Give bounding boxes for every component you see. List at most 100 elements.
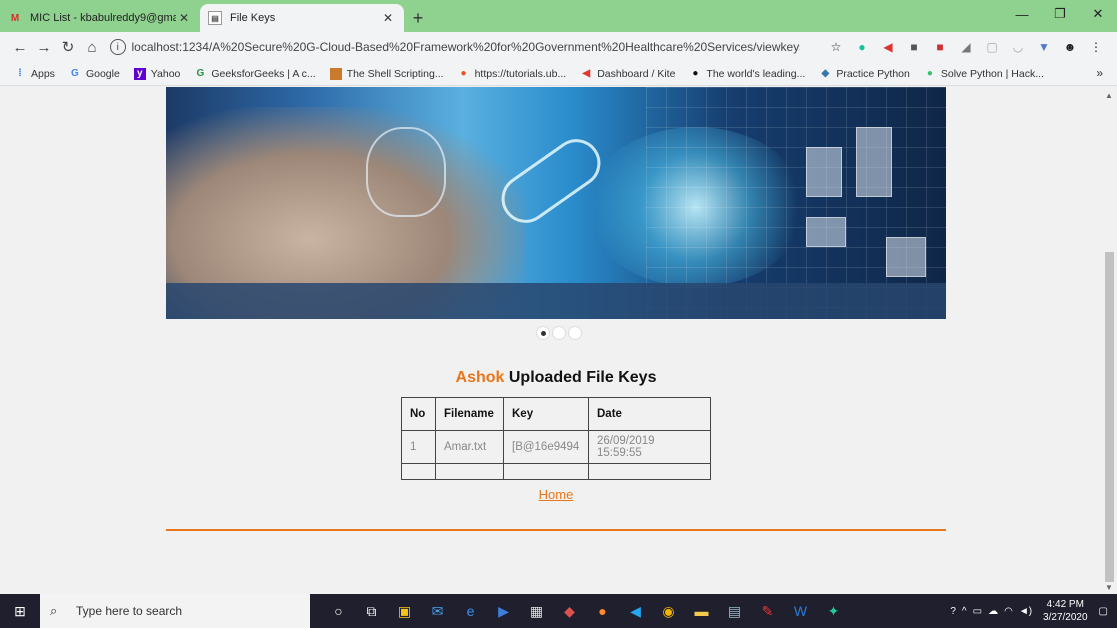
system-tray: ? ^ ▭ ☁ ◠ ◄) 4:42 PM 3/27/2020 ▢ — [947, 598, 1117, 624]
extension-icon[interactable]: ■ — [929, 36, 951, 58]
extension-icon[interactable]: ▢ — [981, 36, 1003, 58]
hackerrank-icon: ● — [926, 68, 933, 79]
volume-icon[interactable]: ◄) — [1019, 606, 1032, 617]
bookmark-label: https://tutorials.ub... — [474, 67, 567, 80]
cortana-icon[interactable]: ○ — [322, 594, 355, 628]
mail-icon[interactable]: ✉ — [421, 594, 454, 628]
back-icon[interactable]: ← — [8, 35, 32, 59]
clock[interactable]: 4:42 PM 3/27/2020 — [1043, 598, 1088, 624]
table-cell: 26/09/2019 15:59:55 — [588, 430, 711, 464]
minimize-icon[interactable]: — — [1003, 0, 1041, 28]
restore-icon[interactable]: ❐ — [1041, 0, 1079, 28]
bookmark-star-icon[interactable]: ☆ — [825, 36, 847, 58]
clock-time: 4:42 PM — [1046, 599, 1084, 610]
table-header-row: No Filename Key Date — [401, 397, 711, 431]
bookmark-item[interactable]: G GeeksforGeeks | A c... — [194, 68, 316, 80]
eclipse-icon[interactable]: ✦ — [817, 594, 850, 628]
notepad-icon[interactable]: ▤ — [718, 594, 751, 628]
cloud-icon[interactable]: ☁ — [988, 606, 998, 617]
bookmark-item[interactable]: y Yahoo — [133, 67, 180, 80]
bookmark-item[interactable]: ● https://tutorials.ub... — [458, 68, 567, 80]
extension-icon[interactable]: ◢ — [955, 36, 977, 58]
bookmark-item[interactable]: G Google — [69, 68, 120, 80]
taskbar-apps: ○ ⧉ ▣ ✉ e ▶ ▦ ◆ ● ◀ ◉ ▬ ▤ ✎ W ✦ — [322, 594, 850, 628]
firefox-icon[interactable]: ● — [586, 594, 619, 628]
apps-icon: ⁞ — [18, 68, 22, 79]
bookmark-item[interactable]: ◆ Practice Python — [819, 68, 909, 80]
scroll-up-icon[interactable]: ▲ — [1105, 91, 1113, 100]
edge-icon[interactable]: e — [454, 594, 487, 628]
app-icon[interactable]: ◆ — [553, 594, 586, 628]
more-bookmarks-icon[interactable]: » — [1096, 66, 1103, 80]
wifi-icon[interactable]: ◠ — [1004, 606, 1013, 617]
store-icon[interactable]: ▣ — [388, 594, 421, 628]
file-icon: ▤ — [208, 11, 222, 25]
menu-icon[interactable]: ⋮ — [1085, 36, 1107, 58]
extension-icon[interactable]: ◡ — [1007, 36, 1029, 58]
task-view-icon[interactable]: ⧉ — [355, 594, 388, 628]
extension-icon[interactable]: ■ — [903, 36, 925, 58]
carousel-indicators — [536, 326, 584, 340]
media-icon[interactable]: ▶ — [487, 594, 520, 628]
close-icon[interactable]: ✕ — [380, 11, 396, 25]
bookmark-item[interactable]: ● The world's leading... — [689, 68, 805, 80]
url-text: localhost:1234/A%20Secure%20G-Cloud-Base… — [131, 40, 800, 54]
address-bar[interactable]: i localhost:1234/A%20Secure%20G-Cloud-Ba… — [110, 35, 800, 59]
kite-extension-icon[interactable]: ◀ — [877, 36, 899, 58]
pen-icon[interactable]: ✎ — [751, 594, 784, 628]
carousel-dot[interactable] — [568, 326, 582, 340]
home-link[interactable]: Home — [166, 487, 946, 502]
new-tab-button[interactable]: + — [404, 4, 432, 32]
help-icon[interactable]: ? — [950, 606, 956, 617]
home-icon[interactable]: ⌂ — [80, 35, 104, 59]
windows-taskbar: ⊞ ⌕ Type here to search ○ ⧉ ▣ ✉ e ▶ ▦ ◆ … — [0, 594, 1117, 628]
bookmark-label: Apps — [31, 67, 55, 80]
bookmark-item[interactable]: ◀ Dashboard / Kite — [580, 68, 675, 80]
close-icon[interactable]: ✕ — [176, 11, 192, 25]
table-cell: Amar.txt — [435, 430, 504, 464]
forward-icon[interactable]: → — [32, 35, 56, 59]
word-icon[interactable]: W — [784, 594, 817, 628]
files-icon[interactable]: ▦ — [520, 594, 553, 628]
tutorials-icon: ● — [460, 68, 467, 79]
bookmarks-bar: ⁞ Apps G Google y Yahoo G GeeksforGeeks | A … — [0, 62, 1117, 86]
column-header: No — [401, 397, 436, 431]
carousel-dot[interactable] — [536, 326, 550, 340]
info-icon[interactable]: i — [110, 39, 126, 55]
carousel-dot[interactable] — [552, 326, 566, 340]
file-keys-table: No Filename Key Date 1 Amar.txt [B@16e94… — [401, 397, 711, 480]
extensions-area: ☆ ● ◀ ■ ■ ◢ ▢ ◡ ▼ ☻ ⋮ — [823, 36, 1109, 58]
title-text: Uploaded File Keys — [504, 369, 657, 386]
search-icon: ⌕ — [50, 603, 58, 618]
chevron-up-icon[interactable]: ^ — [962, 606, 967, 617]
geeksforgeeks-icon: G — [196, 68, 205, 79]
profile-avatar-icon[interactable]: ☻ — [1059, 36, 1081, 58]
battery-icon[interactable]: ▭ — [973, 606, 982, 617]
tab-file-keys[interactable]: ▤ File Keys ✕ — [200, 4, 404, 32]
file-explorer-icon[interactable]: ▬ — [685, 594, 718, 628]
bookmark-item[interactable]: ⁞ Apps — [14, 68, 55, 80]
tab-gmail[interactable]: M MIC List - kbabulreddy9@gmail.c ✕ — [0, 4, 200, 32]
table-row-empty — [401, 463, 711, 480]
close-window-icon[interactable]: ✕ — [1079, 0, 1117, 28]
bookmark-label: Dashboard / Kite — [597, 67, 676, 80]
scroll-down-icon[interactable]: ▼ — [1105, 583, 1113, 592]
reload-icon[interactable]: ↻ — [56, 35, 80, 59]
column-header: Date — [588, 397, 711, 431]
page-viewport: Ashok Uploaded File Keys No Filename Key… — [0, 87, 1117, 594]
table-cell: 1 — [401, 430, 436, 464]
taskbar-search[interactable]: ⌕ Type here to search — [40, 594, 310, 628]
vscode-icon[interactable]: ◀ — [619, 594, 652, 628]
grammarly-icon[interactable]: ● — [851, 36, 873, 58]
vertical-scrollbar[interactable]: ▲ ▼ — [1102, 87, 1117, 594]
chrome-icon[interactable]: ◉ — [652, 594, 685, 628]
windows-start-icon[interactable]: ⊞ — [0, 594, 40, 628]
bookmark-item[interactable]: The Shell Scripting... — [329, 67, 444, 80]
bookmark-item[interactable]: ● Solve Python | Hack... — [924, 68, 1044, 80]
table-cell: [B@16e9494 — [503, 430, 589, 464]
scrollbar-thumb[interactable] — [1105, 252, 1114, 582]
clock-date: 3/27/2020 — [1043, 612, 1088, 623]
notifications-icon[interactable]: ▢ — [1099, 606, 1108, 617]
extension-icon[interactable]: ▼ — [1033, 36, 1055, 58]
gmail-icon: M — [10, 12, 20, 24]
